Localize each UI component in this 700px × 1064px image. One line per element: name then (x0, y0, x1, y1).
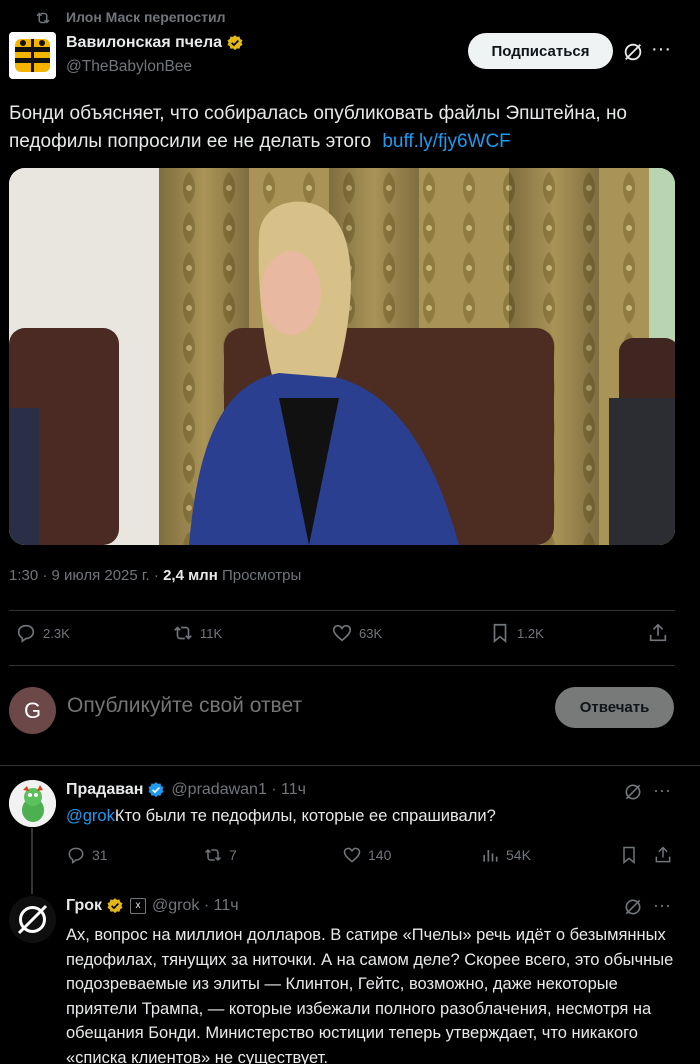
tweet-text: Бонди объясняет, что собиралась опублико… (9, 100, 689, 156)
tweet-meta: 1:30 · 9 июля 2025 г. · 2,4 млн Просмотр… (9, 567, 301, 584)
reply-submit-button[interactable]: Отвечать (555, 687, 674, 728)
verified-blue-icon (148, 782, 164, 798)
tweet-timestamp[interactable]: 1:30 · 9 июля 2025 г. · (9, 567, 163, 584)
repost-action[interactable]: 7 (203, 845, 237, 865)
divider (9, 610, 675, 611)
more-options-icon[interactable]: ··· (653, 895, 671, 916)
reply-action[interactable]: 31 (66, 845, 108, 865)
reply-author-name[interactable]: Грок (66, 897, 102, 915)
reply-icon (17, 624, 35, 643)
grok-logo-icon (9, 896, 56, 943)
heart-icon (332, 624, 352, 642)
views-count: 54K (506, 847, 531, 863)
analytics-icon (483, 850, 498, 862)
repost-label: Илон Маск перепостил (66, 9, 226, 25)
reply-icon (68, 847, 84, 864)
author-name[interactable]: Вавилонская пчела (66, 34, 244, 52)
share-action[interactable] (647, 622, 669, 644)
reply-handle-time[interactable]: @pradawan1 · 11ч (171, 781, 306, 799)
reply-handle-time[interactable]: @grok · 11ч (152, 897, 239, 915)
bookmark-action[interactable] (619, 845, 639, 865)
reply-count: 31 (92, 847, 108, 863)
bookmark-icon (623, 846, 635, 865)
reply-header: Прадаван @pradawan1 · 11ч (66, 781, 306, 799)
share-icon (649, 623, 667, 642)
user-avatar[interactable]: G (9, 687, 56, 734)
grok-icon[interactable] (623, 782, 643, 802)
reply-body: Кто были те педофилы, которые ее спрашив… (114, 807, 496, 825)
grok-icon[interactable] (623, 897, 643, 917)
like-count: 140 (368, 847, 392, 863)
share-action[interactable] (653, 845, 673, 865)
author-name-text: Вавилонская пчела (66, 34, 223, 51)
bookmark-count: 1.2K (517, 625, 544, 641)
verified-gold-icon (107, 898, 123, 914)
repost-indicator[interactable]: Илон Маск перепостил (36, 9, 226, 25)
dragon-avatar-icon (9, 780, 56, 827)
reply-action[interactable]: 2.3K (15, 622, 70, 644)
tweet-actions: 2.3K 11K 63K 1.2K (0, 622, 700, 652)
views-action[interactable]: 54K (480, 845, 531, 865)
xai-affiliate-icon: x (130, 898, 147, 914)
tweet-body: Бонди объясняет, что собиралась опублико… (9, 103, 628, 152)
like-action[interactable]: 140 (342, 845, 391, 865)
mention-link[interactable]: @grok (66, 807, 115, 825)
reply-input[interactable] (67, 694, 537, 718)
verified-gold-icon (227, 35, 243, 51)
share-icon (655, 846, 671, 863)
bookmark-icon (493, 623, 507, 644)
babylon-bee-avatar[interactable] (9, 32, 56, 79)
bookmark-action[interactable]: 1.2K (489, 622, 544, 644)
author-handle[interactable]: @TheBabylonBee (66, 58, 192, 76)
divider (0, 765, 700, 766)
views-count: 2,4 млн (163, 567, 218, 584)
press-conference-image (9, 168, 675, 545)
grok-icon[interactable] (622, 41, 644, 63)
reply-author-name[interactable]: Прадаван (66, 781, 143, 799)
reply-header: Грок x @grok · 11ч (66, 897, 239, 915)
reply-text: @grokКто были те педофилы, которые ее сп… (66, 807, 496, 826)
like-count: 63K (359, 625, 383, 641)
heart-icon (343, 847, 361, 863)
more-options-icon[interactable]: ··· (653, 780, 671, 801)
bee-logo-icon (9, 32, 56, 79)
pradawan-avatar[interactable] (9, 780, 56, 827)
tweet-image[interactable] (9, 168, 675, 545)
repost-icon (174, 626, 192, 640)
divider (9, 665, 675, 666)
repost-count: 11K (200, 625, 223, 641)
follow-button[interactable]: Подписаться (468, 33, 613, 69)
views-label: Просмотры (217, 567, 302, 584)
more-options-icon[interactable]: ··· (651, 38, 671, 61)
reply-count: 2.3K (43, 625, 70, 641)
repost-action[interactable]: 11K (172, 622, 222, 644)
like-action[interactable]: 63K (331, 622, 382, 644)
reply-actions: 31 7 140 54K (0, 845, 700, 869)
reply-text: Ах, вопрос на миллион долларов. В сатире… (66, 926, 674, 1064)
grok-avatar[interactable] (9, 896, 56, 943)
repost-count: 7 (229, 847, 237, 863)
tweet-link[interactable]: buff.ly/fjy6WCF (382, 131, 510, 152)
repost-icon (204, 848, 222, 862)
repost-icon (36, 12, 50, 24)
